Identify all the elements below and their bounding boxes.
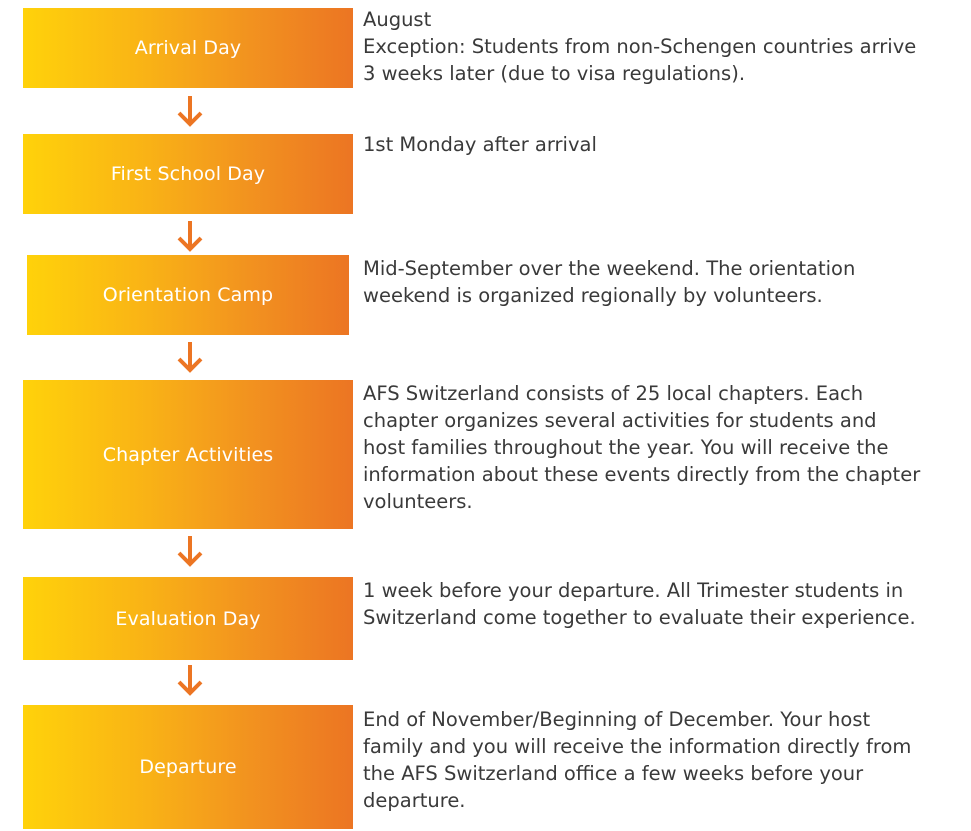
step-box-departure: Departure: [23, 705, 353, 829]
arrow-down-icon: [177, 665, 203, 696]
step-label: Orientation Camp: [102, 284, 274, 306]
step-label: Chapter Activities: [102, 443, 274, 466]
step-description-evaluation-day: 1 week before your departure. All Trimes…: [363, 579, 916, 629]
step-box-arrival-day: Arrival Day: [23, 8, 353, 88]
arrow-down-icon: [177, 342, 203, 373]
step-box-orientation-camp: Orientation Camp: [27, 255, 349, 335]
arrow-down-icon: [177, 221, 203, 252]
step-box-first-school-day: First School Day: [23, 134, 353, 214]
step-label: Arrival Day: [134, 37, 242, 59]
step-box-evaluation-day: Evaluation Day: [23, 577, 353, 660]
arrow-down-icon: [177, 96, 203, 127]
step-label: Evaluation Day: [115, 607, 261, 630]
step-description-chapter-activities: AFS Switzerland consists of 25 local cha…: [363, 382, 921, 513]
step-label: First School Day: [110, 163, 266, 185]
step-description-arrival-day: August Exception: Students from non-Sche…: [363, 8, 917, 85]
step-description-orientation-camp: Mid-September over the weekend. The orie…: [363, 257, 856, 307]
step-label: Departure: [139, 756, 237, 778]
step-box-chapter-activities: Chapter Activities: [23, 380, 353, 529]
step-description-first-school-day: 1st Monday after arrival: [363, 133, 597, 156]
step-description-departure: End of November/Beginning of December. Y…: [363, 708, 912, 812]
arrow-down-icon: [177, 536, 203, 567]
